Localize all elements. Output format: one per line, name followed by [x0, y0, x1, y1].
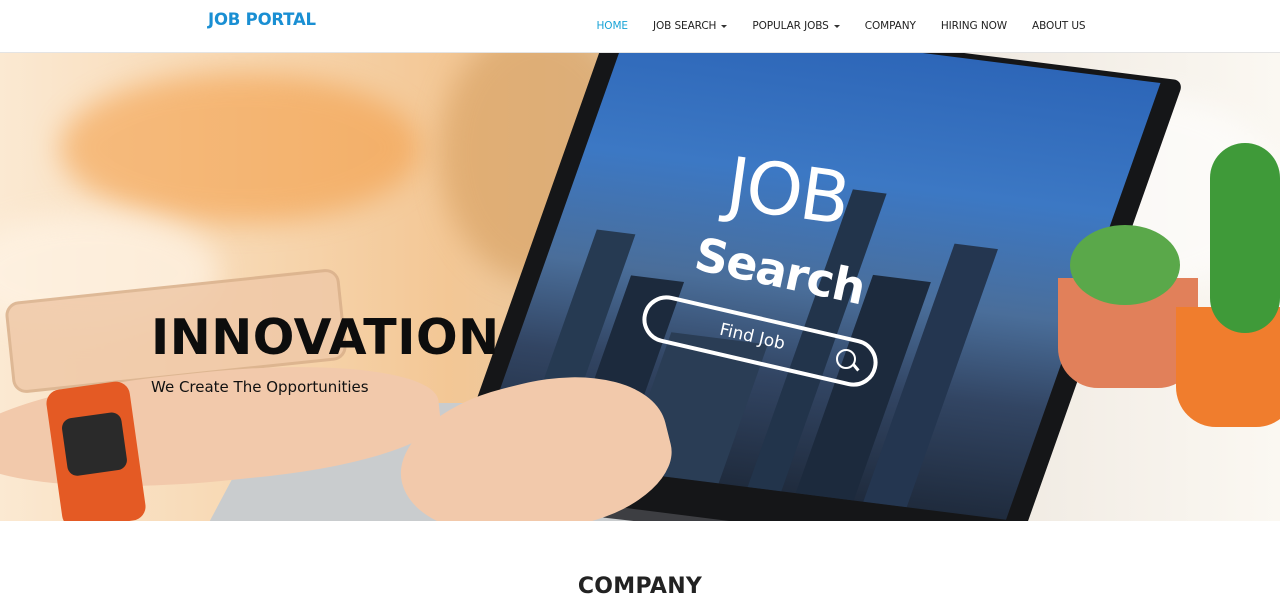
cactus-illustration	[1210, 143, 1280, 333]
nav-item-label: COMPANY	[864, 20, 916, 32]
nav-item-job-search[interactable]: JOB SEARCH	[640, 0, 739, 52]
section-title-company: COMPANY	[577, 574, 703, 599]
screen-title-text: JOB	[721, 140, 854, 242]
nav-item-label: HIRING NOW	[940, 20, 1008, 32]
nav-item-about-us[interactable]: ABOUT US	[1020, 0, 1098, 52]
nav-item-label: POPULAR JOBS	[752, 20, 829, 32]
nav-item-company[interactable]: COMPANY	[852, 0, 928, 52]
cactus-illustration	[1070, 225, 1180, 305]
site-header: JOB PORTAL HOME JOB SEARCH POPULAR JOBS …	[0, 0, 1280, 53]
main-nav: HOME JOB SEARCH POPULAR JOBS COMPANY HIR…	[584, 0, 1098, 52]
hero-banner: JOB Search Find Job INNOVATION We Create…	[0, 53, 1280, 521]
nav-item-hiring-now[interactable]: HIRING NOW	[928, 0, 1019, 52]
background-blur	[60, 73, 420, 223]
caret-down-icon	[721, 24, 728, 28]
nav-item-label: HOME	[596, 20, 629, 32]
nav-item-popular-jobs[interactable]: POPULAR JOBS	[740, 0, 852, 52]
nav-item-label: ABOUT US	[1032, 20, 1086, 32]
brand-logo[interactable]: JOB PORTAL	[208, 10, 316, 29]
hero-subtitle: We Create The Opportunities	[151, 378, 369, 396]
nav-item-label: JOB SEARCH	[652, 20, 717, 32]
nav-item-home[interactable]: HOME	[584, 0, 640, 52]
hero-title: INNOVATION	[151, 309, 500, 366]
caret-down-icon	[833, 24, 840, 28]
magnifier-icon	[836, 349, 856, 369]
